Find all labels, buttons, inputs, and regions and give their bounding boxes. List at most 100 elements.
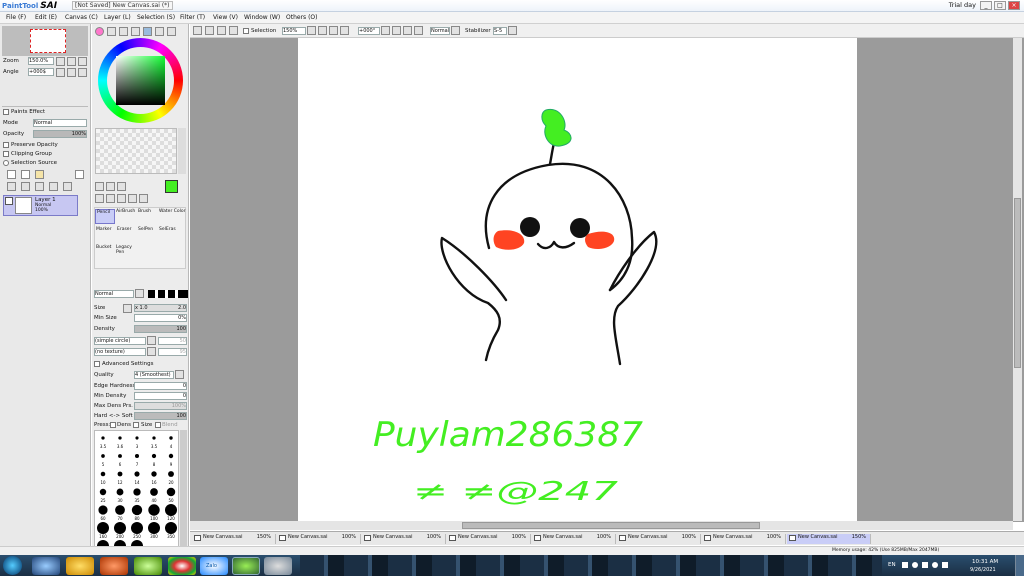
media-player-icon[interactable]	[100, 557, 128, 575]
opacity-slider[interactable]: 100%	[33, 130, 87, 138]
stabilizer-select[interactable]: S-5	[493, 27, 507, 35]
brush-shape-select[interactable]: (simple circle)	[94, 337, 146, 345]
document-tab[interactable]: New Canvas.sai 100%	[532, 534, 616, 544]
angle-field[interactable]: +000$	[28, 68, 54, 76]
selection-checkbox[interactable]	[243, 28, 249, 34]
language-indicator[interactable]: EN	[888, 562, 896, 568]
menu-view[interactable]: View (V)	[213, 14, 238, 21]
brush-size-dot[interactable]	[131, 522, 143, 534]
quality-select[interactable]: 4 (Smoothest)	[134, 371, 174, 379]
tool-bucket[interactable]: Bucket	[95, 245, 115, 260]
toolbar-angle-dropdown[interactable]	[381, 26, 390, 35]
brush-size-dot[interactable]	[133, 488, 141, 496]
brush-size-dot[interactable]	[165, 522, 177, 534]
tray-action-center-icon[interactable]	[932, 562, 938, 568]
tray-battery-icon[interactable]	[942, 562, 948, 568]
drawing-canvas[interactable]: Puylam286387 ≠ ≠@247	[298, 38, 857, 522]
brush-size-dot[interactable]	[134, 453, 140, 459]
toolbar-zoom-in-button[interactable]	[329, 26, 338, 35]
toolbar-mode-select[interactable]: Normal	[430, 27, 450, 35]
brush-shape-dropdown[interactable]	[147, 336, 156, 345]
brush-size-grid[interactable]: 3.5 3.6 3 3.5 4 5 6 7 8 9 10 12 14 16 20 25 30 35 40 50 60 70…	[94, 430, 179, 564]
rotate-ccw-button[interactable]	[392, 26, 401, 35]
close-button[interactable]: ×	[1008, 1, 1020, 10]
brush-size-dot[interactable]	[165, 504, 177, 516]
brush-texture-select[interactable]: (no texture)	[94, 348, 146, 356]
delete-layer-icon[interactable]	[49, 182, 58, 191]
clock-date[interactable]: 9/26/2021	[970, 567, 996, 573]
menu-file[interactable]: File (F)	[6, 14, 26, 21]
brush-tip-shapes[interactable]	[148, 290, 188, 298]
vertical-scrollbar[interactable]	[1013, 38, 1022, 521]
hard-soft-slider[interactable]: 100	[134, 412, 187, 420]
magic-wand-icon[interactable]	[117, 182, 126, 191]
toolbar-zoom-reset-button[interactable]	[340, 26, 349, 35]
menu-selection[interactable]: Selection (S)	[137, 14, 175, 21]
move-icon[interactable]	[95, 194, 104, 203]
layer-options-icon[interactable]	[63, 182, 72, 191]
brush-texture-slider[interactable]: 95	[158, 348, 187, 356]
menu-others[interactable]: Others (O)	[286, 14, 317, 21]
size-mult-dropdown[interactable]	[123, 304, 132, 313]
new-linework-layer-icon[interactable]	[21, 170, 30, 179]
brush-size-dot[interactable]	[151, 471, 157, 477]
tool-selpen[interactable]: SelPen	[137, 227, 157, 242]
advanced-settings-toggle[interactable]	[94, 361, 100, 367]
crop-icon[interactable]	[229, 26, 238, 35]
zoom-in-button[interactable]	[67, 57, 76, 66]
new-layer-icon[interactable]	[7, 170, 16, 179]
color-settings-icon[interactable]	[167, 27, 176, 36]
coccoc-icon[interactable]	[134, 557, 162, 575]
tool-watercolor[interactable]: Water Color	[158, 209, 185, 224]
calculator-icon[interactable]	[264, 557, 292, 575]
visibility-eye-icon[interactable]	[5, 197, 13, 205]
document-tab[interactable]: New Canvas.sai 100%	[447, 534, 531, 544]
rotate-left-button[interactable]	[56, 68, 65, 77]
brush-blend-dropdown[interactable]	[135, 289, 144, 298]
selection-source-checkbox[interactable]	[3, 160, 9, 166]
blend-mode-select[interactable]: Normal	[33, 119, 87, 127]
file-explorer-icon[interactable]	[66, 557, 94, 575]
edge-hardness-slider[interactable]: 0	[134, 382, 187, 390]
size-slider[interactable]: x 1.0 2.0	[134, 304, 187, 312]
layer-mask-icon[interactable]	[75, 170, 84, 179]
merge-down-icon[interactable]	[21, 182, 30, 191]
zoom-out-button[interactable]	[56, 57, 65, 66]
brush-size-dot[interactable]	[101, 436, 105, 440]
document-tab-active[interactable]: New Canvas.sai 150%	[787, 534, 871, 544]
zalo-icon[interactable]: Zalo	[200, 557, 228, 575]
tool-brush[interactable]: Brush	[137, 209, 157, 224]
document-tab[interactable]: New Canvas.sai 150%	[192, 534, 276, 544]
clear-layer-icon[interactable]	[35, 182, 44, 191]
tool-seleras[interactable]: SelEras	[158, 227, 182, 242]
saturation-value-square[interactable]	[116, 56, 165, 105]
eyedropper-icon[interactable]	[139, 194, 148, 203]
primary-color-swatch[interactable]	[165, 180, 178, 193]
brush-blend-select[interactable]: Normal	[94, 290, 134, 298]
brush-size-dot[interactable]	[150, 488, 158, 496]
zoom-field[interactable]: 150.0%	[28, 57, 54, 65]
brush-size-dot[interactable]	[97, 522, 109, 534]
brush-size-dot[interactable]	[118, 454, 122, 458]
document-tab[interactable]: New Canvas.sai 100%	[277, 534, 361, 544]
invert-selection-icon[interactable]	[217, 26, 226, 35]
navigator-preview[interactable]	[2, 26, 88, 56]
tray-network-icon[interactable]	[912, 562, 918, 568]
press-dens-checkbox[interactable]	[110, 422, 116, 428]
rotate-tool-icon[interactable]	[117, 194, 126, 203]
brush-size-dot[interactable]	[117, 471, 123, 477]
menu-edit[interactable]: Edit (E)	[35, 14, 57, 21]
brush-size-dot[interactable]	[101, 454, 105, 458]
brush-size-dot[interactable]	[135, 436, 139, 440]
menu-canvas[interactable]: Canvas (C)	[65, 14, 98, 21]
menu-layer[interactable]: Layer (L)	[104, 14, 131, 21]
new-folder-icon[interactable]	[35, 170, 44, 179]
tool-eraser[interactable]: Eraser	[116, 227, 136, 242]
zoom-tool-icon[interactable]	[106, 194, 115, 203]
minimize-button[interactable]: _	[980, 1, 992, 10]
toolbar-zoom-dropdown[interactable]	[307, 26, 316, 35]
swatches-mode-icon[interactable]	[131, 27, 140, 36]
flip-horizontal-button[interactable]	[414, 26, 423, 35]
quality-dropdown[interactable]	[175, 370, 184, 379]
max-dens-prs-slider[interactable]: 100%	[134, 402, 187, 410]
